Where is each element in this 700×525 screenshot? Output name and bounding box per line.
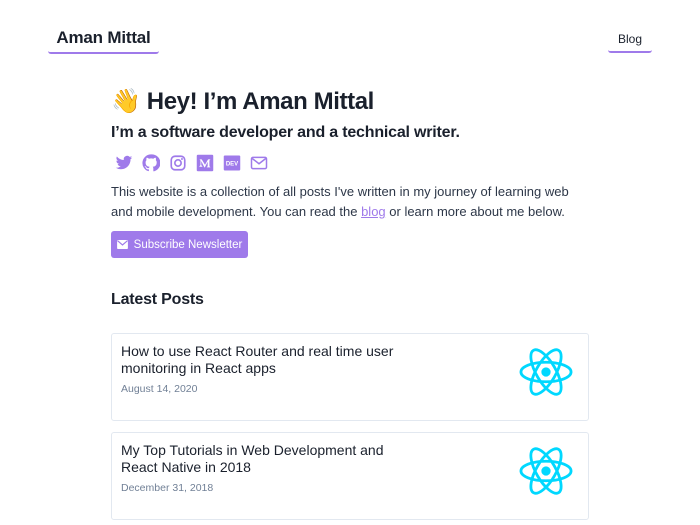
post-title[interactable]: How to use React Router and real time us… [121,343,421,377]
post-card[interactable]: My Top Tutorials in Web Development and … [111,432,589,520]
twitter-icon[interactable] [115,154,133,172]
dev-icon[interactable]: DEV [223,154,241,172]
site-title-link[interactable]: Aman Mittal [48,28,159,54]
hero-title-text: Hey! I’m Aman Mittal [146,88,375,115]
site-header: Aman Mittal Blog [0,0,700,60]
nav-link-blog[interactable]: Blog [608,32,652,53]
instagram-icon[interactable] [169,154,187,172]
blog-inline-link[interactable]: blog [361,204,386,219]
hero-title: 👋 Hey! I’m Aman Mittal [111,87,374,116]
post-title[interactable]: My Top Tutorials in Web Development and … [121,442,421,476]
email-icon[interactable] [250,154,268,172]
react-logo-icon [519,348,573,396]
medium-icon[interactable] [196,154,214,172]
hero-subtitle: I’m a software developer and a technical… [111,124,460,141]
post-date: December 31, 2018 [121,482,214,494]
envelope-icon [116,240,128,249]
post-card[interactable]: How to use React Router and real time us… [111,333,589,421]
wave-emoji: 👋 [111,88,141,115]
post-date: August 14, 2020 [121,383,198,395]
social-links: DEV [115,154,268,172]
intro-paragraph: This website is a collection of all post… [111,182,589,222]
svg-text:DEV: DEV [226,162,238,168]
github-icon[interactable] [142,154,160,172]
latest-posts-heading: Latest Posts [111,291,204,308]
subscribe-newsletter-button[interactable]: Subscribe Newsletter [111,231,248,258]
react-logo-icon [519,447,573,495]
intro-text-after: or learn more about me below. [385,204,565,219]
subscribe-button-label: Subscribe Newsletter [133,238,243,251]
